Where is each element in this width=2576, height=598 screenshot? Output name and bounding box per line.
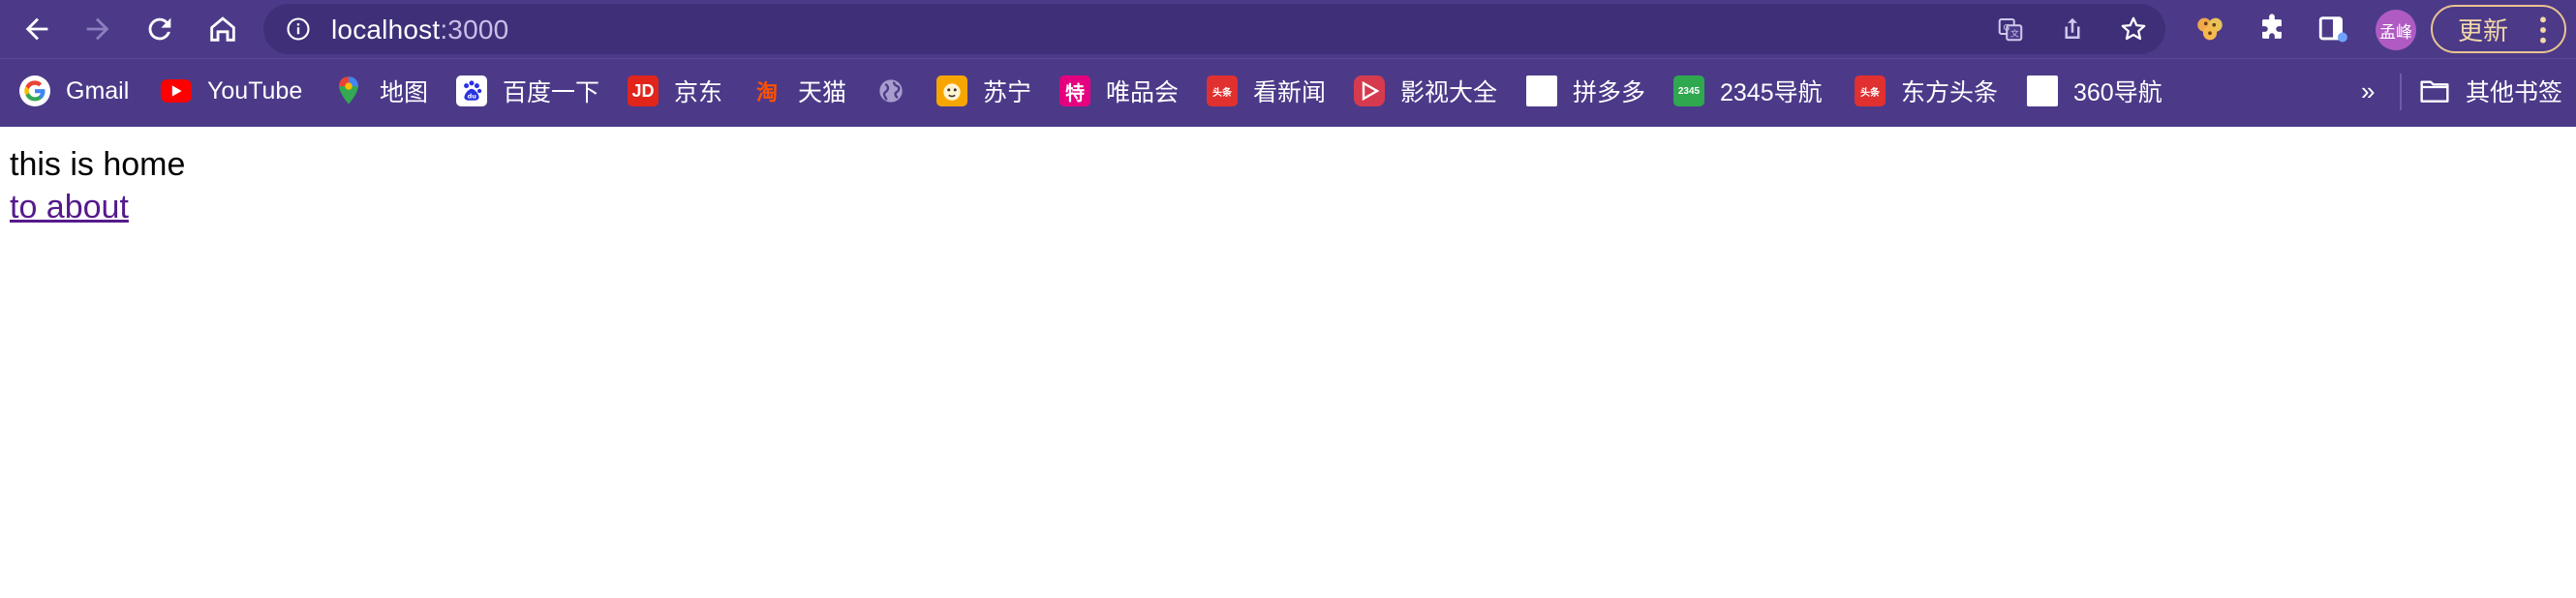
url-port: :3000 bbox=[440, 15, 509, 45]
bookmark-gmail[interactable]: Gmail bbox=[19, 72, 129, 110]
url-text[interactable]: localhost:3000 bbox=[331, 15, 508, 45]
about-link[interactable]: to about bbox=[10, 188, 185, 226]
bookmark-globe[interactable] bbox=[875, 72, 922, 110]
bookmark-youtube[interactable]: YouTube bbox=[161, 72, 302, 110]
2345-icon: 2345 bbox=[1673, 75, 1704, 106]
bookmark-dongfang[interactable]: 头条 东方头条 bbox=[1855, 72, 1998, 110]
share-icon[interactable] bbox=[2055, 12, 2090, 46]
youtube-icon bbox=[161, 79, 192, 103]
bookmark-tmall[interactable]: 淘 天猫 bbox=[751, 72, 846, 110]
bookmark-label: 其他书签 bbox=[2466, 79, 2563, 106]
bookmark-maps[interactable]: 地图 bbox=[333, 72, 428, 110]
extension-cookie-icon[interactable] bbox=[2191, 10, 2229, 48]
bookmark-kanxinwen[interactable]: 头条 看新闻 bbox=[1207, 72, 1326, 110]
bookmark-label: YouTube bbox=[207, 76, 303, 105]
extensions-puzzle-icon[interactable] bbox=[2253, 10, 2291, 48]
blank-page-icon bbox=[2027, 75, 2058, 106]
bookmark-yingshi[interactable]: 影视大全 bbox=[1354, 72, 1497, 110]
browser-toolbar: localhost:3000 G文 孟峰 更新 bbox=[0, 0, 2576, 58]
avatar-text: 孟峰 bbox=[2379, 22, 2412, 42]
update-label: 更新 bbox=[2458, 15, 2509, 45]
toutiao-icon: 头条 bbox=[1207, 75, 1238, 106]
update-button[interactable]: 更新 bbox=[2431, 5, 2566, 53]
reload-icon bbox=[148, 17, 171, 41]
site-info-icon[interactable] bbox=[285, 15, 312, 47]
svg-text:G: G bbox=[2004, 23, 2010, 33]
globe-icon bbox=[875, 75, 906, 106]
jd-icon: JD bbox=[628, 75, 659, 106]
bookmark-jd[interactable]: JD 京东 bbox=[628, 72, 722, 110]
reading-list-icon[interactable] bbox=[2314, 10, 2352, 48]
bookmark-label: Gmail bbox=[66, 76, 130, 105]
forward-button[interactable] bbox=[75, 6, 121, 52]
bookmarks-overflow-button[interactable]: » bbox=[2361, 76, 2375, 106]
toutiao-icon: 头条 bbox=[1855, 75, 1886, 106]
google-icon bbox=[19, 75, 50, 106]
home-icon bbox=[210, 16, 235, 42]
bookmark-360[interactable]: 360导航 bbox=[2027, 72, 2162, 110]
address-bar[interactable]: localhost:3000 G文 bbox=[263, 4, 2165, 54]
vip-icon: 特 bbox=[1059, 75, 1090, 106]
bookmark-label: 看新闻 bbox=[1253, 79, 1327, 106]
home-button[interactable] bbox=[199, 6, 246, 52]
bookmark-label: 拼多多 bbox=[1573, 79, 1646, 106]
other-bookmarks-folder[interactable]: 其他书签 bbox=[2419, 72, 2562, 110]
star-icon[interactable] bbox=[2116, 12, 2151, 46]
bookmark-label: 360导航 bbox=[2073, 79, 2162, 106]
back-button[interactable] bbox=[14, 6, 60, 52]
bookmark-label: 唯品会 bbox=[1106, 79, 1180, 106]
url-host: localhost bbox=[331, 15, 441, 45]
bookmark-label: 影视大全 bbox=[1400, 79, 1498, 106]
arrow-left-icon bbox=[25, 17, 48, 41]
bookmark-label: 百度一下 bbox=[503, 79, 600, 106]
baidu-icon: du bbox=[456, 75, 487, 106]
maps-pin-icon bbox=[333, 75, 364, 106]
reload-button[interactable] bbox=[137, 6, 183, 52]
avatar[interactable]: 孟峰 bbox=[2376, 10, 2416, 50]
bookmark-vip[interactable]: 特 唯品会 bbox=[1059, 72, 1179, 110]
home-text: this is home bbox=[10, 146, 186, 183]
bookmark-label: 东方头条 bbox=[1901, 79, 1999, 106]
bookmark-label: 2345导航 bbox=[1720, 79, 1823, 106]
bookmark-label: 地图 bbox=[380, 79, 429, 106]
video-play-icon bbox=[1354, 75, 1385, 106]
arrow-right-icon bbox=[86, 17, 109, 41]
bookmark-baidu[interactable]: du 百度一下 bbox=[456, 72, 599, 110]
folder-icon bbox=[2419, 75, 2450, 106]
tmall-icon: 淘 bbox=[755, 80, 778, 105]
bookmark-label: 京东 bbox=[674, 79, 723, 106]
svg-text:文: 文 bbox=[2010, 28, 2019, 40]
bookmark-label: 苏宁 bbox=[983, 79, 1032, 106]
blank-page-icon bbox=[1526, 75, 1557, 106]
bookmarks-bar: Gmail YouTube 地图 du 百度一下 JD 京东 淘 天猫 苏宁 特… bbox=[0, 58, 2576, 127]
bookmark-2345[interactable]: 2345 2345导航 bbox=[1673, 72, 1823, 110]
svg-text:du: du bbox=[468, 93, 477, 101]
bookmark-pinduoduo[interactable]: 拼多多 bbox=[1526, 72, 1645, 110]
translate-icon[interactable]: G文 bbox=[1993, 12, 2028, 46]
bookmarks-divider bbox=[2400, 74, 2402, 110]
page-content: this is home to about bbox=[10, 145, 185, 226]
suning-icon bbox=[936, 75, 967, 106]
bookmark-label: 天猫 bbox=[798, 79, 847, 106]
more-menu-icon[interactable] bbox=[2537, 15, 2549, 50]
bookmark-suning[interactable]: 苏宁 bbox=[936, 72, 1031, 110]
